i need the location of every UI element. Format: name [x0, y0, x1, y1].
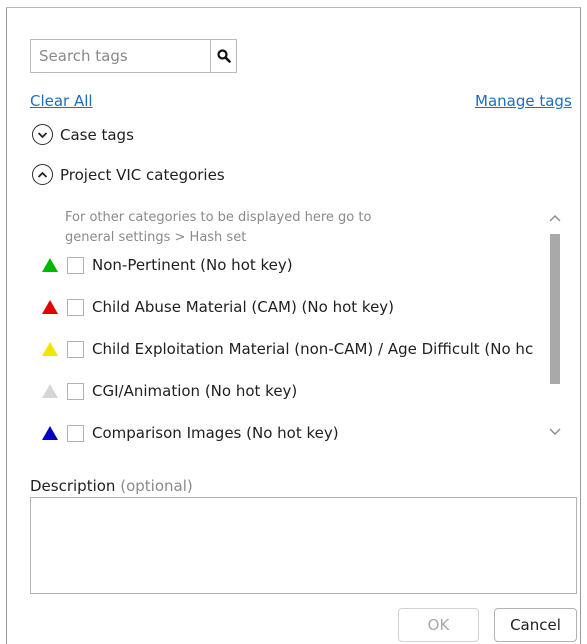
- tag-checkbox[interactable]: [67, 256, 84, 274]
- project-vic-header[interactable]: Project VIC categories: [32, 164, 225, 185]
- scrollbar-track[interactable]: [550, 234, 560, 434]
- tag-list: Non-Pertinent (No hot key) Child Abuse M…: [31, 252, 547, 450]
- manage-tags-link[interactable]: Manage tags: [475, 92, 572, 110]
- triangle-icon: [42, 300, 58, 314]
- tag-row[interactable]: CGI/Animation (No hot key): [31, 378, 297, 404]
- tag-row[interactable]: Child Abuse Material (CAM) (No hot key): [31, 294, 394, 320]
- tag-label: Comparison Images (No hot key): [92, 424, 339, 442]
- scroll-up-icon[interactable]: [548, 208, 562, 222]
- triangle-icon: [42, 384, 58, 398]
- search-icon: [216, 49, 231, 63]
- triangle-icon: [42, 426, 58, 440]
- tag-label: Child Abuse Material (CAM) (No hot key): [92, 298, 395, 316]
- scrollbar-thumb[interactable]: [550, 234, 560, 384]
- description-field[interactable]: [30, 497, 577, 594]
- tag-label: Non-Pertinent (No hot key): [92, 256, 293, 274]
- case-tags-label: Case tags: [60, 125, 134, 144]
- case-tags-header[interactable]: Case tags: [32, 124, 134, 145]
- tag-checkbox[interactable]: [67, 382, 84, 400]
- tag-dialog: Clear All Manage tags Case tags Project …: [6, 7, 581, 644]
- tag-checkbox[interactable]: [67, 298, 84, 316]
- clear-all-link[interactable]: Clear All: [30, 92, 93, 110]
- tag-row[interactable]: Child Exploitation Material (non-CAM) / …: [31, 336, 533, 362]
- hint-line-2: general settings > Hash set: [65, 230, 247, 245]
- tag-label: Child Exploitation Material (non-CAM) / …: [92, 340, 534, 358]
- collapse-chevron-icon[interactable]: [32, 164, 53, 185]
- scroll-down-icon[interactable]: [548, 422, 562, 435]
- categories-hint: For other categories to be displayed her…: [65, 208, 371, 248]
- search-input[interactable]: [31, 40, 211, 72]
- triangle-icon: [42, 258, 58, 272]
- triangle-icon: [42, 342, 58, 356]
- search-box: [30, 39, 237, 73]
- project-vic-label: Project VIC categories: [60, 165, 225, 184]
- tag-row[interactable]: Comparison Images (No hot key): [31, 420, 339, 446]
- cancel-button[interactable]: Cancel: [494, 608, 577, 642]
- expand-chevron-icon[interactable]: [32, 124, 53, 145]
- tag-checkbox[interactable]: [67, 424, 84, 442]
- tag-label: CGI/Animation (No hot key): [92, 382, 298, 400]
- ok-button[interactable]: OK: [398, 608, 479, 642]
- search-button[interactable]: [210, 40, 236, 72]
- hint-line-1: For other categories to be displayed her…: [65, 210, 372, 225]
- tag-checkbox[interactable]: [67, 340, 84, 358]
- tag-row[interactable]: Non-Pertinent (No hot key): [31, 252, 293, 278]
- description-label: Description (optional): [30, 477, 193, 495]
- description-optional: (optional): [120, 477, 193, 495]
- description-label-text: Description: [30, 477, 116, 495]
